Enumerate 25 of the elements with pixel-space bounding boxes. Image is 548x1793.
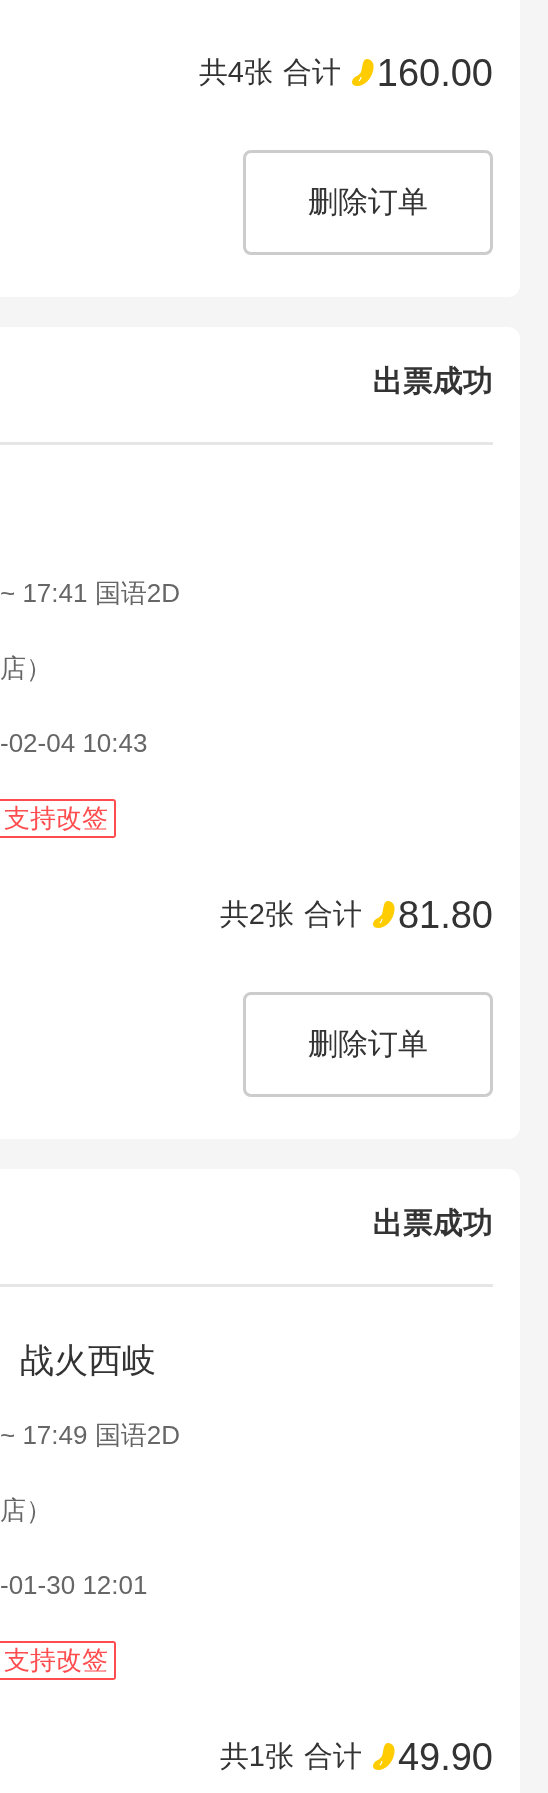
order-status: 出票成功 xyxy=(373,363,493,399)
order-time-text: -02-04 10:43 xyxy=(0,728,148,759)
total-amount: 49.90 xyxy=(397,1735,493,1779)
order-time-text: -01-30 12:01 xyxy=(0,1570,148,1601)
showtime-text: ~ 17:41 国语2D xyxy=(0,577,180,610)
order-status: 出票成功 xyxy=(373,1205,493,1241)
cinema-text: 店） xyxy=(0,1494,52,1527)
delete-order-button[interactable]: 删除订单 xyxy=(243,992,493,1097)
movie-title: 战火西岐 xyxy=(19,1339,156,1381)
delete-order-button[interactable]: 删除订单 xyxy=(243,150,493,255)
ticket-count: 共1张 xyxy=(219,1739,294,1774)
ticket-count: 共4张 xyxy=(198,55,273,90)
bean-icon xyxy=(371,900,396,930)
cinema-text: 店） xyxy=(0,652,52,685)
total-amount: 81.80 xyxy=(397,893,493,937)
policy-tag: 支持改签 xyxy=(0,1640,116,1681)
policy-tag: 支持改签 xyxy=(0,798,116,839)
total-label: 合计 xyxy=(303,1739,362,1774)
total-label: 合计 xyxy=(303,897,362,932)
total-label: 合计 xyxy=(282,55,341,90)
ticket-count: 共2张 xyxy=(219,897,294,932)
bean-icon xyxy=(371,1742,396,1772)
showtime-text: ~ 17:49 国语2D xyxy=(0,1419,180,1452)
total-amount: 160.00 xyxy=(376,51,493,95)
bean-icon xyxy=(350,58,375,88)
